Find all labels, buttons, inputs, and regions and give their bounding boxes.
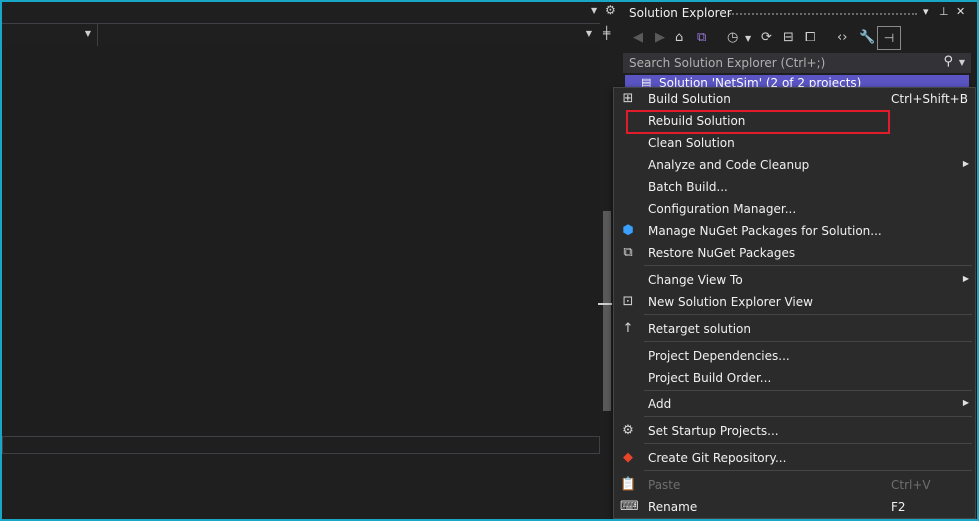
menu-separator bbox=[644, 341, 972, 342]
chevron-down-icon[interactable]: ▼ bbox=[959, 58, 965, 67]
menu-separator bbox=[644, 416, 972, 417]
show-all-files-icon[interactable]: ⧠ bbox=[805, 30, 815, 45]
menu-item-add[interactable]: Add ▶ bbox=[614, 393, 975, 415]
chevron-down-icon: ▼ bbox=[585, 29, 592, 38]
drag-grip[interactable] bbox=[729, 13, 917, 15]
window-position-icon[interactable]: ▾ bbox=[923, 5, 929, 18]
menu-item-new-solution-explorer-view[interactable]: ⊡ New Solution Explorer View bbox=[614, 291, 975, 313]
editor-tab-strip bbox=[2, 2, 600, 22]
navigation-bar: ▼ ▼ bbox=[2, 23, 600, 47]
scrollbar-marker bbox=[598, 303, 612, 305]
search-solution-explorer[interactable]: Search Solution Explorer (Ctrl+;) ⚲ ▼ bbox=[623, 53, 971, 73]
view-code-icon[interactable]: ‹› bbox=[837, 30, 847, 45]
solution-explorer-toolbar: ◀ ▶ ⌂ ⧉ ◷ ▼ ⟳ ⊟ ⧠ ‹› 🔧 ⊣ bbox=[623, 24, 977, 52]
project-dropdown[interactable]: ▼ bbox=[2, 24, 98, 46]
horizontal-scrollbar[interactable] bbox=[2, 436, 600, 454]
gear-icon: ⚙ bbox=[622, 423, 634, 438]
retarget-icon: ↑ bbox=[622, 321, 634, 336]
screenshot-frame: ▼ ▼ ▼ ⚙ ╪ Solution Explorer ▾ ⊥ ✕ ◀ ▶ ⌂ … bbox=[0, 0, 979, 521]
solution-context-menu: ⊞ Build Solution Ctrl+Shift+B Rebuild So… bbox=[613, 87, 976, 519]
chevron-down-icon: ▼ bbox=[84, 29, 91, 38]
menu-separator bbox=[644, 470, 972, 471]
menu-item-create-git-repository[interactable]: ◆ Create Git Repository... bbox=[614, 447, 975, 469]
submenu-arrow-icon: ▶ bbox=[962, 398, 969, 407]
git-icon: ◆ bbox=[623, 450, 633, 465]
forward-icon[interactable]: ▶ bbox=[655, 30, 665, 45]
search-icon[interactable]: ⚲ bbox=[943, 54, 953, 69]
restore-packages-icon: ⧉ bbox=[623, 245, 633, 260]
solution-explorer-title-bar: Solution Explorer ▾ ⊥ ✕ bbox=[623, 2, 977, 24]
home-icon[interactable]: ⌂ bbox=[675, 30, 683, 45]
menu-item-analyze-code-cleanup[interactable]: Analyze and Code Cleanup ▶ bbox=[614, 154, 975, 176]
vertical-scrollbar[interactable] bbox=[598, 46, 612, 518]
scrollbar-thumb[interactable] bbox=[603, 211, 611, 411]
menu-item-build-solution[interactable]: ⊞ Build Solution Ctrl+Shift+B bbox=[614, 88, 975, 110]
menu-separator bbox=[644, 314, 972, 315]
preview-selected-items-icon[interactable]: ⊣ bbox=[877, 26, 901, 50]
menu-item-retarget-solution[interactable]: ↑ Retarget solution bbox=[614, 318, 975, 340]
split-window-icon[interactable]: ╪ bbox=[603, 26, 610, 40]
menu-item-project-build-order[interactable]: Project Build Order... bbox=[614, 367, 975, 389]
menu-item-rename[interactable]: ⌨ Rename F2 bbox=[614, 496, 975, 518]
rename-icon: ⌨ bbox=[620, 499, 639, 514]
search-input[interactable]: Search Solution Explorer (Ctrl+;) bbox=[629, 56, 825, 70]
nuget-icon: ⬢ bbox=[622, 223, 634, 238]
code-editor[interactable] bbox=[2, 46, 600, 436]
switch-views-icon[interactable]: ⧉ bbox=[697, 30, 706, 45]
menu-item-change-view[interactable]: Change View To ▶ bbox=[614, 269, 975, 291]
menu-item-paste[interactable]: 📋 Paste Ctrl+V bbox=[614, 474, 975, 496]
new-view-icon: ⊡ bbox=[622, 294, 634, 309]
menu-item-configuration-manager[interactable]: Configuration Manager... bbox=[614, 198, 975, 220]
menu-item-batch-build[interactable]: Batch Build... bbox=[614, 176, 975, 198]
submenu-arrow-icon: ▶ bbox=[962, 274, 969, 283]
gear-icon[interactable]: ⚙ bbox=[605, 3, 616, 17]
menu-item-restore-nuget[interactable]: ⧉ Restore NuGet Packages bbox=[614, 242, 975, 264]
output-panel bbox=[2, 454, 600, 519]
menu-separator bbox=[644, 443, 972, 444]
menu-item-clean-solution[interactable]: Clean Solution bbox=[614, 132, 975, 154]
panel-title: Solution Explorer bbox=[629, 6, 732, 20]
pending-changes-filter-icon[interactable]: ◷ bbox=[727, 30, 738, 45]
pin-icon[interactable]: ⊥ bbox=[939, 5, 949, 18]
sync-icon[interactable]: ⟳ bbox=[761, 30, 772, 45]
back-icon[interactable]: ◀ bbox=[633, 30, 643, 45]
menu-separator bbox=[644, 265, 972, 266]
build-icon: ⊞ bbox=[622, 91, 634, 106]
menu-item-project-dependencies[interactable]: Project Dependencies... bbox=[614, 345, 975, 367]
close-icon[interactable]: ✕ bbox=[956, 5, 965, 18]
chevron-down-icon[interactable]: ▼ bbox=[745, 34, 751, 43]
menu-item-set-startup-projects[interactable]: ⚙ Set Startup Projects... bbox=[614, 420, 975, 442]
paste-icon: 📋 bbox=[620, 477, 637, 492]
menu-separator bbox=[644, 390, 972, 391]
submenu-arrow-icon: ▶ bbox=[962, 159, 969, 168]
menu-item-manage-nuget[interactable]: ⬢ Manage NuGet Packages for Solution... bbox=[614, 220, 975, 242]
tab-dropdown-icon[interactable]: ▼ bbox=[591, 6, 597, 15]
collapse-all-icon[interactable]: ⊟ bbox=[783, 30, 794, 45]
editor-area: ▼ ▼ bbox=[2, 2, 600, 519]
highlight-annotation bbox=[626, 110, 890, 134]
member-dropdown[interactable]: ▼ bbox=[98, 24, 598, 46]
properties-icon[interactable]: 🔧 bbox=[859, 30, 875, 45]
